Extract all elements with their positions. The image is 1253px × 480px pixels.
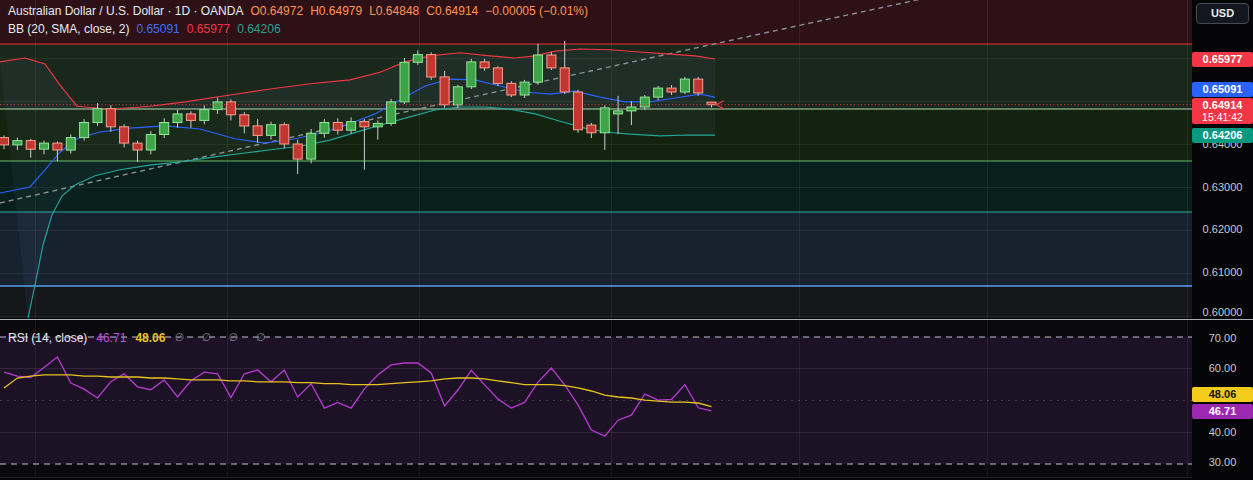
candle [13,141,22,145]
candle [320,123,329,134]
rsi-indicator-title[interactable]: RSI (14, close) [8,331,87,345]
price-badge: 0.65091 [1192,82,1253,97]
symbol-title[interactable]: Australian Dollar / U.S. Dollar · 1D · O… [8,4,243,18]
candle [587,125,596,133]
axis-tick-label: 0.62000 [1192,222,1253,236]
candle [93,109,102,123]
candle [347,122,356,131]
candle [627,107,636,111]
candle [307,133,316,159]
candle [600,108,609,133]
pane-separator[interactable] [0,319,1253,320]
candle [160,123,169,135]
price-badge: 46.71 [1192,404,1253,419]
candle [293,144,302,159]
price-zone [0,212,1192,286]
price-badge: 0.65977 [1192,52,1253,67]
candle [40,143,49,149]
candle [560,68,569,92]
candle [493,68,502,84]
currency-button[interactable]: USD [1196,3,1249,24]
axis-tick-label: 30.00 [1192,455,1253,469]
candle [333,123,342,131]
price-badge: 0.64206 [1192,128,1253,143]
candle [253,126,262,135]
candle [267,125,276,136]
bb-upper-value: 0.65977 [187,22,230,36]
candle [120,127,129,143]
candle [667,88,676,92]
rsi-empty-values: ∅ ∅ ∅ ∅ [174,331,272,344]
axis-tick-label: 60.00 [1192,361,1253,375]
rsi-ma-value: 48.06 [135,331,165,345]
price-pane[interactable] [0,0,1192,318]
candle [213,102,222,110]
candle [694,79,703,93]
candle [467,62,476,87]
candle [280,125,289,144]
ohlc-high: H0.64979 [310,4,362,18]
candle [0,138,9,145]
candle [66,138,75,151]
axis-tick-label: 0.63000 [1192,180,1253,194]
candle [614,111,623,114]
candle [146,135,155,151]
candle [186,114,195,121]
candle [53,143,62,150]
candle [574,92,583,130]
price-badge: 0.6491415:41:42 [1192,98,1253,124]
price-badge: 48.06 [1192,387,1253,402]
price-pane-legend: Australian Dollar / U.S. Dollar · 1D · O… [8,3,588,36]
chart-window: Australian Dollar / U.S. Dollar · 1D · O… [0,0,1253,480]
price-zone [0,286,1192,318]
candle [680,79,689,92]
rsi-legend-row: RSI (14, close) 46.71 48.06 ∅ ∅ ∅ ∅ [8,330,272,345]
candle [427,55,436,77]
candle [26,141,35,150]
price-axis[interactable]: USD 0.640000.630000.620000.610000.600007… [1192,0,1253,480]
ohlc-close: C0.64914 [426,4,478,18]
rsi-value: 46.71 [96,331,126,345]
candle [240,115,249,126]
candle [534,55,543,82]
bb-indicator-title[interactable]: BB (20, SMA, close, 2) [8,22,129,36]
ohlc-open: O0.64972 [250,4,303,18]
candle [200,110,209,121]
candle [173,114,182,123]
candle [440,77,449,105]
symbol-legend-row: Australian Dollar / U.S. Dollar · 1D · O… [8,3,588,18]
candle [507,83,516,95]
candle [226,102,235,115]
candle [360,122,369,127]
candle [387,102,396,124]
candle [400,62,409,102]
candle [80,123,89,138]
bb-lower-value: 0.64206 [237,22,280,36]
ohlc-low: L0.64848 [369,4,419,18]
candle [654,88,663,97]
bb-legend-row: BB (20, SMA, close, 2) 0.65091 0.65977 0… [8,21,588,36]
price-change: −0.00005 (−0.01%) [485,4,588,18]
candle [133,143,142,150]
candle [106,109,115,127]
candle [480,62,489,68]
axis-tick-label: 70.00 [1192,331,1253,345]
chart-canvas[interactable] [0,0,1253,480]
candle [547,55,556,68]
candle [413,55,422,63]
candle [640,97,649,107]
axis-tick-label: 0.61000 [1192,265,1253,279]
candle [520,82,529,95]
candle [373,123,382,126]
bb-basis-value: 0.65091 [136,22,179,36]
candle [453,87,462,105]
axis-tick-label: 40.00 [1192,425,1253,439]
axis-tick-label: 0.60000 [1192,305,1253,319]
